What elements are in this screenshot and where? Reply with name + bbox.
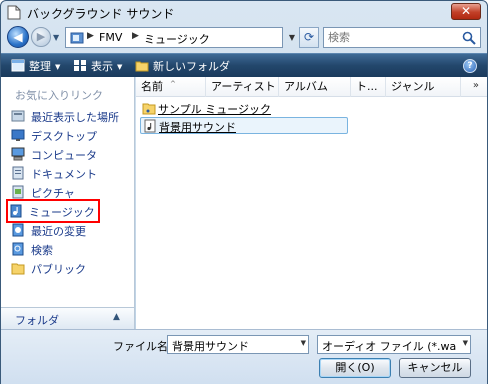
open-button[interactable]: 開く(O)	[319, 358, 391, 378]
navigation-pane: お気に入りリンク 最近表示した場所 デスクトップ コンピュータ ドキュメント ピ…	[1, 77, 135, 327]
refresh-button[interactable]: ⟳	[299, 27, 319, 48]
new-folder-label: 新しいフォルダ	[153, 60, 230, 73]
list-item[interactable]: サンプル ミュージック	[140, 100, 290, 117]
filename-area: ファイル名(N): 背景用サウンド ▼ オーディオ ファイル (*.wav;*.…	[1, 329, 487, 384]
cancel-button[interactable]: キャンセル	[399, 358, 471, 378]
desktop-icon	[11, 129, 25, 141]
column-label: アーティスト	[211, 80, 276, 93]
column-track[interactable]: ト...	[351, 77, 386, 97]
search-input[interactable]	[328, 30, 458, 45]
filetype-select[interactable]: オーディオ ファイル (*.wav;*.snd;*.au ▼	[317, 335, 471, 354]
file-name: 背景用サウンド	[159, 121, 236, 134]
address-dropdown-icon[interactable]: ▼	[285, 29, 299, 46]
file-name: サンプル ミュージック	[158, 103, 271, 116]
search-box[interactable]	[323, 27, 481, 48]
column-header: ^ 名前 アーティスト アルバム ト... ジャンル »	[136, 77, 487, 97]
column-name[interactable]: ^ 名前	[136, 77, 206, 97]
public-icon	[11, 263, 25, 275]
column-label: ト...	[356, 80, 378, 93]
sort-ascending-icon: ^	[170, 80, 176, 88]
column-artist[interactable]: アーティスト	[206, 77, 279, 97]
folders-label: フォルダ	[15, 314, 59, 327]
nav-item-label: ドキュメント	[31, 168, 97, 181]
audio-file-icon	[144, 119, 156, 133]
folders-toggle[interactable]: フォルダ ▲	[1, 307, 135, 329]
more-columns-icon[interactable]: »	[473, 80, 479, 91]
nav-item-recent-changes[interactable]: 最近の変更	[11, 221, 129, 239]
nav-item-search[interactable]: 検索	[11, 240, 129, 258]
views-label: 表示	[91, 60, 113, 73]
command-toolbar: 整理 ▼ 表示 ▼ 新しいフォルダ ?	[1, 53, 487, 77]
filename-field[interactable]: 背景用サウンド ▼	[167, 335, 309, 354]
nav-item-music[interactable]: ミュージック	[6, 199, 100, 223]
title-bar[interactable]: バックグラウンド サウンド ✕	[1, 1, 487, 23]
nav-item-label: ピクチャ	[31, 187, 75, 200]
nav-item-public[interactable]: パブリック	[11, 259, 129, 277]
nav-item-label: コンピュータ	[31, 149, 97, 162]
chevron-down-icon: ▼	[117, 63, 123, 71]
chevron-up-icon: ▲	[113, 312, 120, 322]
organize-label: 整理	[29, 60, 51, 73]
nav-item-label: 最近表示した場所	[31, 111, 119, 124]
new-folder-button[interactable]: 新しいフォルダ	[135, 58, 230, 74]
music-folder-icon	[142, 103, 156, 115]
nav-item-recent-places[interactable]: 最近表示した場所	[11, 107, 129, 125]
computer-icon	[11, 147, 25, 161]
views-icon	[74, 60, 86, 71]
filename-value: 背景用サウンド	[172, 340, 249, 353]
chevron-down-icon: ▼	[55, 63, 61, 71]
list-item[interactable]: 背景用サウンド	[140, 117, 348, 134]
document-icon	[7, 5, 21, 20]
recent-places-icon	[11, 110, 25, 122]
column-label: 名前	[141, 80, 163, 93]
nav-item-computer[interactable]: コンピュータ	[11, 145, 129, 163]
column-label: アルバム	[284, 80, 328, 93]
back-button[interactable]: ◀	[7, 26, 29, 48]
close-button[interactable]: ✕	[451, 3, 481, 20]
nav-item-documents[interactable]: ドキュメント	[11, 164, 129, 182]
organize-button[interactable]: 整理 ▼	[11, 58, 60, 74]
column-album[interactable]: アルバム	[279, 77, 351, 97]
chevron-down-icon[interactable]: ▼	[462, 339, 468, 347]
address-row: ◀ ▶ ▼ ▶ FMV ▶ ミュージック ▼ ⟳	[1, 25, 487, 51]
recent-changes-icon	[12, 223, 24, 237]
nav-item-label: 検索	[31, 244, 53, 257]
filetype-value: オーディオ ファイル (*.wav;*.snd;*.au	[322, 340, 456, 353]
nav-item-label: ミュージック	[29, 206, 95, 219]
music-folder-icon	[70, 32, 84, 44]
favorite-links-header: お気に入りリンク	[15, 89, 103, 102]
dialog-window: バックグラウンド サウンド ✕ ◀ ▶ ▼ ▶ FMV ▶ ミュージック ▼ ⟳	[0, 0, 488, 384]
nav-item-label: パブリック	[31, 263, 86, 276]
new-folder-icon	[135, 61, 149, 72]
search-folder-icon	[12, 242, 24, 256]
chevron-down-icon[interactable]: ▼	[301, 339, 306, 347]
nav-item-label: デスクトップ	[31, 130, 97, 143]
organize-icon	[11, 59, 25, 72]
breadcrumb-fmv[interactable]: FMV	[99, 31, 122, 44]
views-button[interactable]: 表示 ▼	[73, 58, 122, 74]
nav-item-label: 最近の変更	[31, 225, 86, 238]
breadcrumb-music[interactable]: ミュージック	[144, 31, 210, 47]
file-list: ^ 名前 アーティスト アルバム ト... ジャンル » サンプル ミュージック	[136, 77, 487, 329]
music-icon	[10, 204, 22, 218]
help-icon[interactable]: ?	[463, 59, 477, 73]
address-bar[interactable]: ▶ FMV ▶ ミュージック	[65, 27, 283, 48]
nav-item-desktop[interactable]: デスクトップ	[11, 126, 129, 144]
nav-item-pictures[interactable]: ピクチャ	[11, 183, 129, 201]
column-label: ジャンル	[391, 80, 435, 93]
search-icon[interactable]	[462, 31, 476, 45]
forward-button[interactable]: ▶	[31, 27, 51, 47]
breadcrumb-separator-icon: ▶	[132, 31, 139, 41]
pictures-icon	[12, 185, 24, 199]
column-genre[interactable]: ジャンル	[386, 77, 461, 97]
recent-pages-dropdown-icon[interactable]: ▼	[53, 33, 59, 42]
breadcrumb-separator-icon: ▶	[87, 31, 94, 41]
documents-icon	[12, 166, 24, 180]
window-title: バックグラウンド サウンド	[27, 7, 175, 21]
